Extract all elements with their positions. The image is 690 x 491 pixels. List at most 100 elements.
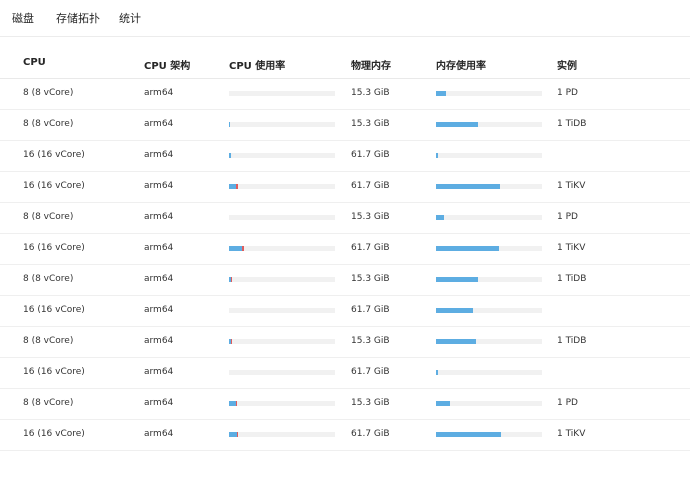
memory-usage-fill: [436, 370, 438, 375]
memory-usage-fill: [436, 122, 478, 127]
hosts-table: CPU CPU 架构 CPU 使用率 物理内存 内存使用率 实例 8 (8 vC…: [0, 48, 690, 451]
cpu-arch-cell: arm64: [144, 88, 174, 98]
memory-cell: 15.3 GiB: [351, 119, 390, 129]
cpu-user-fill: [229, 153, 231, 158]
cpu-system-fill: [231, 339, 232, 344]
memory-usage-bar: [436, 308, 542, 313]
column-header-memory[interactable]: 物理内存: [351, 57, 391, 72]
instance-cell: 1 PD: [557, 398, 578, 408]
table-row[interactable]: 8 (8 vCore) arm64 15.3 GiB 1 TiDB: [0, 327, 690, 358]
tab-bar: 磁盘 存储拓扑 统计: [0, 0, 690, 37]
instance-cell: 1 TiDB: [557, 336, 587, 346]
cpu-user-fill: [229, 184, 236, 189]
cpu-cell: 16 (16 vCore): [23, 367, 85, 377]
table-header: CPU CPU 架构 CPU 使用率 物理内存 内存使用率 实例: [0, 48, 690, 79]
table-row[interactable]: 16 (16 vCore) arm64 61.7 GiB: [0, 358, 690, 389]
memory-cell: 61.7 GiB: [351, 429, 390, 439]
column-header-cpu-arch[interactable]: CPU 架构: [144, 57, 190, 72]
table-row[interactable]: 8 (8 vCore) arm64 15.3 GiB 1 TiDB: [0, 265, 690, 296]
memory-cell: 61.7 GiB: [351, 367, 390, 377]
memory-usage-bar: [436, 432, 542, 437]
cpu-usage-bar: [229, 153, 335, 158]
instance-cell: 1 TiKV: [557, 243, 586, 253]
memory-cell: 15.3 GiB: [351, 336, 390, 346]
cpu-cell: 8 (8 vCore): [23, 274, 74, 284]
memory-cell: 15.3 GiB: [351, 88, 390, 98]
instance-cell: 1 TiKV: [557, 181, 586, 191]
column-header-cpu[interactable]: CPU: [23, 57, 46, 68]
memory-usage-bar: [436, 277, 542, 282]
column-header-instances[interactable]: 实例: [557, 57, 577, 72]
cpu-cell: 16 (16 vCore): [23, 181, 85, 191]
cpu-system-fill: [236, 401, 237, 406]
cpu-system-fill: [237, 432, 238, 437]
memory-usage-fill: [436, 246, 499, 251]
cpu-arch-cell: arm64: [144, 181, 174, 191]
memory-usage-fill: [436, 277, 478, 282]
tab-disk[interactable]: 磁盘: [12, 10, 34, 26]
table-row[interactable]: 16 (16 vCore) arm64 61.7 GiB 1 TiKV: [0, 172, 690, 203]
cpu-arch-cell: arm64: [144, 243, 174, 253]
cpu-system-fill: [231, 277, 232, 282]
memory-cell: 61.7 GiB: [351, 243, 390, 253]
memory-usage-fill: [436, 153, 438, 158]
column-header-cpu-usage[interactable]: CPU 使用率: [229, 57, 285, 72]
cpu-usage-bar: [229, 432, 335, 437]
memory-usage-fill: [436, 91, 446, 96]
cpu-arch-cell: arm64: [144, 336, 174, 346]
memory-cell: 61.7 GiB: [351, 305, 390, 315]
cpu-arch-cell: arm64: [144, 429, 174, 439]
cpu-system-fill: [242, 246, 244, 251]
column-header-memory-usage[interactable]: 内存使用率: [436, 57, 486, 72]
cpu-system-fill: [236, 184, 238, 189]
cpu-usage-bar: [229, 246, 335, 251]
cpu-user-fill: [229, 122, 230, 127]
cpu-cell: 16 (16 vCore): [23, 150, 85, 160]
cpu-cell: 16 (16 vCore): [23, 305, 85, 315]
memory-cell: 15.3 GiB: [351, 274, 390, 284]
cpu-usage-bar: [229, 277, 335, 282]
cpu-user-fill: [229, 401, 236, 406]
cpu-cell: 16 (16 vCore): [23, 243, 85, 253]
table-row[interactable]: 16 (16 vCore) arm64 61.7 GiB 1 TiKV: [0, 234, 690, 265]
tab-storage-topology[interactable]: 存储拓扑: [56, 10, 100, 26]
tab-statistics[interactable]: 统计: [119, 10, 141, 26]
memory-cell: 61.7 GiB: [351, 181, 390, 191]
memory-usage-fill: [436, 215, 444, 220]
cpu-usage-bar: [229, 215, 335, 220]
table-row[interactable]: 8 (8 vCore) arm64 15.3 GiB 1 TiDB: [0, 110, 690, 141]
table-row[interactable]: 16 (16 vCore) arm64 61.7 GiB: [0, 141, 690, 172]
table-row[interactable]: 16 (16 vCore) arm64 61.7 GiB: [0, 296, 690, 327]
cpu-usage-bar: [229, 122, 335, 127]
cpu-arch-cell: arm64: [144, 119, 174, 129]
table-row[interactable]: 8 (8 vCore) arm64 15.3 GiB 1 PD: [0, 79, 690, 110]
cpu-cell: 8 (8 vCore): [23, 88, 74, 98]
cpu-cell: 16 (16 vCore): [23, 429, 85, 439]
cpu-arch-cell: arm64: [144, 367, 174, 377]
cpu-cell: 8 (8 vCore): [23, 336, 74, 346]
cpu-cell: 8 (8 vCore): [23, 398, 74, 408]
cpu-arch-cell: arm64: [144, 398, 174, 408]
memory-usage-bar: [436, 184, 542, 189]
memory-cell: 15.3 GiB: [351, 398, 390, 408]
memory-usage-bar: [436, 215, 542, 220]
instance-cell: 1 TiDB: [557, 119, 587, 129]
instance-cell: 1 TiKV: [557, 429, 586, 439]
instance-cell: 1 TiDB: [557, 274, 587, 284]
table-row[interactable]: 16 (16 vCore) arm64 61.7 GiB 1 TiKV: [0, 420, 690, 451]
cpu-usage-bar: [229, 401, 335, 406]
memory-usage-bar: [436, 122, 542, 127]
cpu-usage-bar: [229, 184, 335, 189]
memory-usage-bar: [436, 153, 542, 158]
table-row[interactable]: 8 (8 vCore) arm64 15.3 GiB 1 PD: [0, 203, 690, 234]
cpu-usage-bar: [229, 308, 335, 313]
table-row[interactable]: 8 (8 vCore) arm64 15.3 GiB 1 PD: [0, 389, 690, 420]
memory-usage-bar: [436, 370, 542, 375]
memory-usage-fill: [436, 432, 501, 437]
memory-usage-fill: [436, 308, 473, 313]
memory-usage-bar: [436, 401, 542, 406]
cpu-arch-cell: arm64: [144, 305, 174, 315]
memory-usage-fill: [436, 184, 500, 189]
cpu-cell: 8 (8 vCore): [23, 212, 74, 222]
cpu-user-fill: [229, 432, 237, 437]
